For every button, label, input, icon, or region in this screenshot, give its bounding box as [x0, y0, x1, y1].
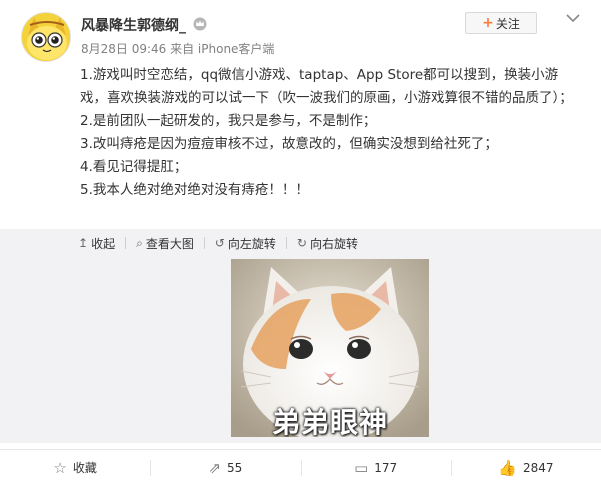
like-button[interactable]: 👍 2847 [450, 450, 601, 485]
comment-button[interactable]: ▭ 177 [300, 450, 451, 485]
star-icon: ☆ [53, 458, 67, 477]
share-icon: ⇗ [208, 458, 222, 477]
post-paragraph: 1.游戏叫时空恋结，qq微信小游戏、taptap、App Store都可以搜到，… [80, 67, 573, 106]
arrow-up-icon: ↥ [78, 236, 89, 250]
divider [125, 237, 127, 249]
magnifier-icon: ⌕ [136, 235, 143, 250]
divider [203, 237, 205, 249]
favorite-label: 收藏 [72, 461, 97, 475]
rotate-right-icon: ↻ [296, 236, 307, 250]
thumbs-up-icon: 👍 [498, 458, 517, 477]
collapse-label: 收起 [91, 236, 116, 251]
follow-button[interactable]: + 关注 [465, 12, 537, 34]
divider [285, 237, 287, 249]
view-large-label: 查看大图 [145, 236, 194, 251]
post-meta: 8月28日 09:46 来自 iPhone客户端 [81, 42, 275, 56]
repost-count: 55 [227, 460, 243, 475]
avatar[interactable] [21, 12, 71, 62]
post-content: 1.游戏叫时空恋结，qq微信小游戏、taptap、App Store都可以搜到，… [80, 64, 585, 202]
post-paragraph: 2.是前团队一起研发的，我只是参与，不是制作； [80, 113, 377, 129]
weibo-post-card: 风暴降生郭德纲_ 8月28日 09:46 来自 iPhone客户端 + 关注 1… [0, 0, 601, 485]
plus-icon: + [482, 15, 494, 31]
post-paragraph: 5.我本人绝对绝对绝对没有痔疮！！！ [80, 182, 309, 198]
favorite-button[interactable]: ☆ 收藏 [0, 450, 150, 485]
image-caption: 弟弟眼神 [271, 406, 388, 437]
chevron-down-icon[interactable] [565, 12, 581, 24]
rotate-right-label: 向右旋转 [309, 236, 358, 251]
rotate-left-button[interactable]: ↺ 向左旋转 [215, 235, 276, 252]
collapse-button[interactable]: ↥ 收起 [78, 235, 115, 252]
post-paragraph: 4.看见记得提肛； [80, 159, 188, 175]
username[interactable]: 风暴降生郭德纲_ [81, 15, 186, 35]
post-image[interactable]: 弟弟眼神 [231, 259, 429, 437]
like-count: 2847 [522, 460, 554, 475]
comment-count: 177 [374, 460, 398, 475]
follow-label: 关注 [495, 16, 520, 31]
media-toolbar: ↥ 收起 ⌕ 查看大图 ↺ 向左旋转 ↻ 向右旋转 [78, 235, 358, 252]
rotate-right-button[interactable]: ↻ 向右旋转 [297, 235, 358, 252]
repost-button[interactable]: ⇗ 55 [150, 450, 300, 485]
action-bar: ☆ 收藏 ⇗ 55 ▭ 177 👍 2847 [0, 450, 601, 485]
crown-icon [193, 17, 207, 31]
rotate-left-icon: ↺ [214, 236, 225, 250]
post-paragraph: 3.改叫痔疮是因为痘痘审核不过，故意改的，但确实没想到给社死了； [80, 136, 498, 152]
view-large-button[interactable]: ⌕ 查看大图 [136, 235, 194, 252]
rotate-left-label: 向左旋转 [227, 236, 276, 251]
comment-icon: ▭ [354, 458, 369, 477]
